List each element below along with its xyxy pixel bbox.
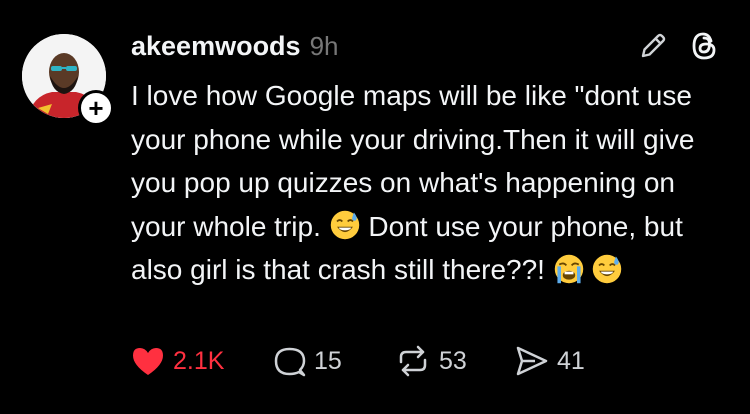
edit-pencil-icon[interactable]: [637, 30, 669, 67]
like-button[interactable]: 2.1K: [131, 345, 273, 377]
comment-button[interactable]: 15: [273, 345, 395, 378]
share-button[interactable]: 41: [515, 345, 585, 377]
follow-plus-button[interactable]: +: [78, 90, 114, 126]
post-header: akeemwoods 9h: [131, 31, 339, 62]
sweat-smile-emoji: [592, 254, 621, 283]
post-actions: 2.1K 15 53 41: [131, 343, 585, 379]
share-count: 41: [557, 346, 585, 375]
threads-logo-icon[interactable]: [689, 30, 719, 67]
username[interactable]: akeemwoods: [131, 31, 301, 62]
comment-count: 15: [314, 346, 342, 375]
post-body: I love how Google maps will be like "don…: [131, 74, 731, 292]
repost-button[interactable]: 53: [395, 345, 515, 377]
post-time: 9h: [309, 31, 339, 61]
repost-icon: [399, 345, 427, 377]
avatar-container[interactable]: +: [22, 34, 114, 126]
comment-icon: [274, 347, 306, 376]
heart-icon: [133, 348, 163, 375]
share-icon: [516, 346, 548, 376]
like-count: 2.1K: [173, 346, 225, 375]
plus-icon: +: [88, 93, 104, 123]
header-icons: [637, 30, 719, 67]
repost-count: 53: [439, 346, 467, 375]
sweat-smile-emoji: [330, 210, 359, 240]
loudly-crying-emoji: [554, 254, 583, 283]
